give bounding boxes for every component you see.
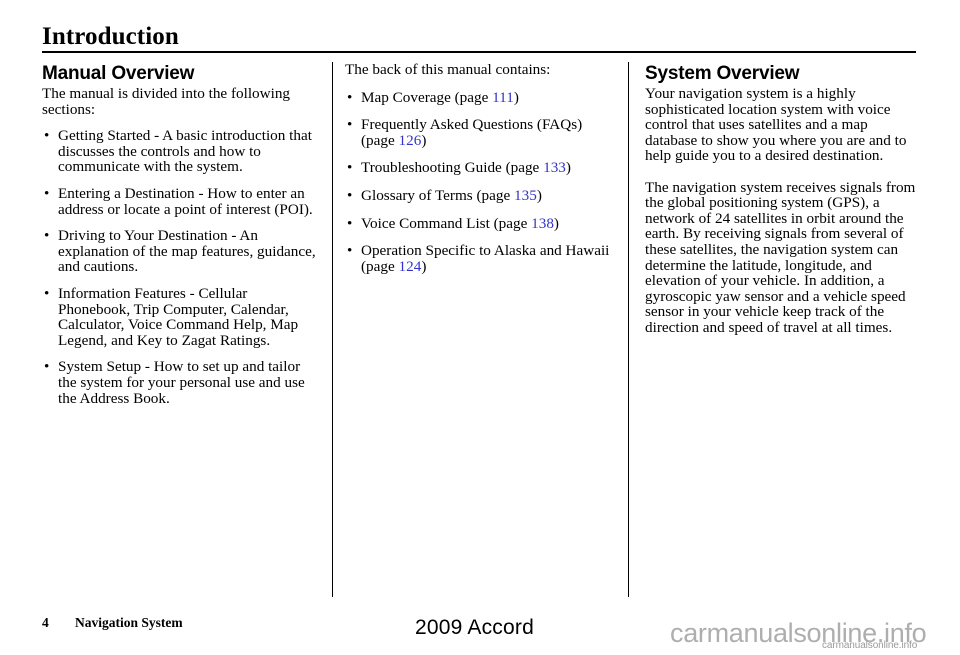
bullet-icon: • xyxy=(347,88,353,106)
list-item: • Operation Specific to Alaska and Hawai… xyxy=(345,243,617,274)
footer-page-number: 4 xyxy=(42,615,49,630)
list-item: • Glossary of Terms (page 135) xyxy=(345,188,617,204)
page-reference-link[interactable]: 124 xyxy=(399,258,422,275)
list-item-text-end: ) xyxy=(536,186,542,204)
bullet-icon: • xyxy=(44,127,50,145)
list-item: • System Setup - How to set up and tailo… xyxy=(42,359,317,406)
manual-back-contents-column: The back of this manual contains: • Map … xyxy=(345,62,617,274)
manual-overview-column: Manual Overview The manual is divided in… xyxy=(42,62,317,406)
bullet-icon: • xyxy=(44,184,50,202)
list-item-text: Frequently Asked Questions (FAQs) (page xyxy=(361,116,583,149)
bullet-icon: • xyxy=(347,159,353,177)
bullet-icon: • xyxy=(347,214,353,232)
system-overview-column: System Overview Your navigation system i… xyxy=(645,62,920,336)
list-item: • Entering a Destination - How to enter … xyxy=(42,186,317,217)
list-item: • Getting Started - A basic introduction… xyxy=(42,128,317,175)
list-item-text-end: ) xyxy=(421,131,427,149)
list-item-text-end: ) xyxy=(513,88,519,106)
list-item-text-end: ) xyxy=(421,257,427,275)
system-overview-heading: System Overview xyxy=(645,63,800,84)
bullet-icon: • xyxy=(44,227,50,245)
bullet-icon: • xyxy=(44,284,50,302)
column-divider-left xyxy=(332,62,333,597)
title-divider-rule xyxy=(42,51,916,53)
list-item: • Information Features - Cellular Phoneb… xyxy=(42,286,317,348)
list-item: • Frequently Asked Questions (FAQs) (pag… xyxy=(345,117,617,148)
list-item: • Voice Command List (page 138) xyxy=(345,214,617,232)
list-item-text-end: ) xyxy=(565,159,571,177)
list-item-text: Map Coverage (page xyxy=(361,88,493,106)
page-title: Introduction xyxy=(42,23,179,50)
bullet-icon: • xyxy=(347,116,353,134)
manual-overview-intro: The manual is divided into the following… xyxy=(42,85,291,118)
manual-overview-heading: Manual Overview xyxy=(42,63,195,84)
list-item-text: System Setup - How to set up and tailor … xyxy=(58,358,305,407)
bullet-icon: • xyxy=(347,242,353,260)
list-item-text: Entering a Destination - How to enter an… xyxy=(58,184,313,218)
page-reference-link[interactable]: 135 xyxy=(514,187,537,204)
page-reference-link[interactable]: 111 xyxy=(492,89,514,106)
system-overview-paragraph-1: Your navigation system is a highly sophi… xyxy=(645,85,907,165)
list-item: • Driving to Your Destination - An expla… xyxy=(42,228,317,275)
list-item-text: Information Features - Cellular Phoneboo… xyxy=(58,284,299,349)
column-divider-right xyxy=(628,62,629,597)
system-overview-paragraph-2: The navigation system receives signals f… xyxy=(645,178,916,336)
list-item-text-end: ) xyxy=(553,214,559,232)
list-item: • Troubleshooting Guide (page 133) xyxy=(345,160,617,176)
watermark-secondary: carmanualsonline.info xyxy=(822,640,918,651)
list-item-text: Voice Command List (page xyxy=(361,214,532,232)
list-item-text: Glossary of Terms (page xyxy=(361,186,515,204)
list-item-text: Troubleshooting Guide (page xyxy=(361,159,544,177)
manual-sections-list: • Getting Started - A basic introduction… xyxy=(42,128,317,406)
bullet-icon: • xyxy=(44,358,50,376)
bullet-icon: • xyxy=(347,186,353,204)
page-reference-link[interactable]: 138 xyxy=(531,215,554,232)
back-contents-list: • Map Coverage (page 111) • Frequently A… xyxy=(345,88,617,275)
page-reference-link[interactable]: 133 xyxy=(543,159,566,176)
footer-model-year: 2009 Accord xyxy=(415,616,534,639)
list-item-text: Driving to Your Destination - An explana… xyxy=(58,227,316,276)
back-contents-intro: The back of this manual contains: xyxy=(345,61,551,78)
list-item: • Map Coverage (page 111) xyxy=(345,88,617,106)
page-reference-link[interactable]: 126 xyxy=(399,132,422,149)
footer-section-name: Navigation System xyxy=(75,615,183,630)
list-item-text: Getting Started - A basic introduction t… xyxy=(58,127,312,176)
